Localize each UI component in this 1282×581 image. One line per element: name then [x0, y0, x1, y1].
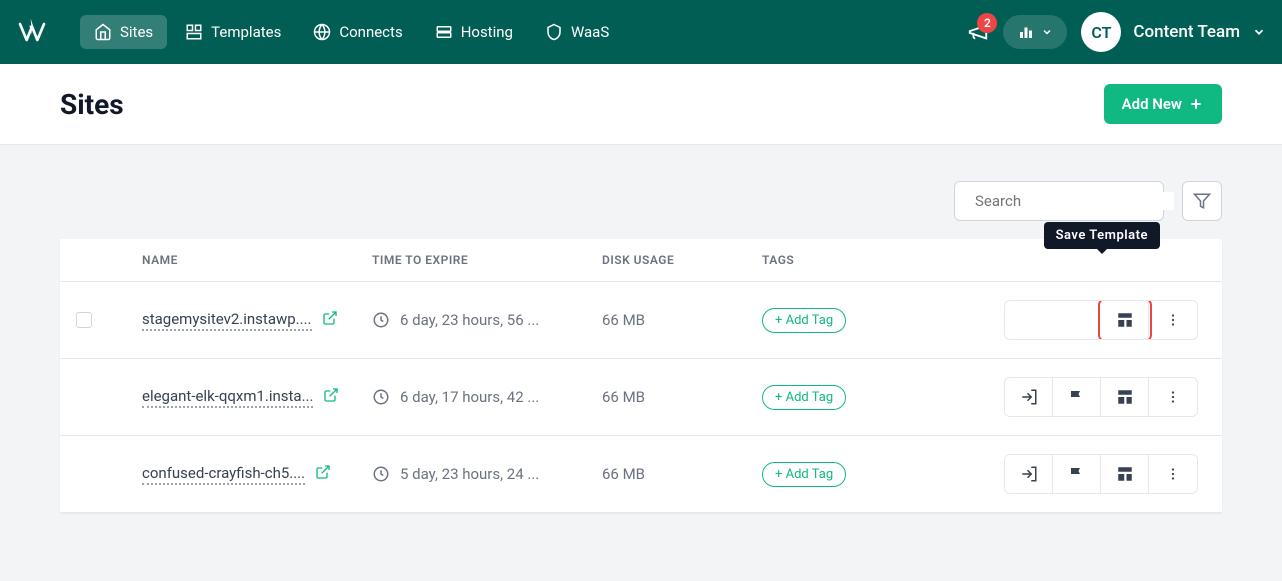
nav-connects-label: Connects — [339, 23, 402, 41]
clock-icon — [372, 311, 390, 329]
nav-sites-label: Sites — [120, 23, 153, 41]
logo — [16, 16, 48, 48]
header-right: 2 CT Content Team — [967, 12, 1266, 52]
content: NAME TIME TO EXPIRE DISK USAGE TAGS Save… — [0, 145, 1282, 549]
notifications-badge: 2 — [977, 13, 997, 33]
clock-icon — [372, 465, 390, 483]
shield-icon — [545, 23, 563, 41]
save-template-button[interactable] — [1101, 455, 1149, 493]
action-group — [1004, 454, 1198, 494]
table-row: elegant-elk-qqxm1.insta... 6 day, 17 hou… — [60, 359, 1222, 436]
home-icon — [94, 23, 112, 41]
search-box[interactable] — [954, 181, 1164, 221]
nav-templates-label: Templates — [211, 23, 281, 41]
page-title: Sites — [60, 88, 124, 121]
disk-text: 66 MB — [602, 311, 762, 329]
nav-sites[interactable]: Sites — [80, 15, 167, 49]
expire-text: 6 day, 23 hours, 56 ... — [400, 311, 539, 329]
table-row: stagemysitev2.instawp.... 6 day, 23 hour… — [60, 282, 1222, 359]
layout-icon — [185, 23, 203, 41]
migrate-button[interactable] — [1005, 455, 1053, 493]
add-new-label: Add New — [1122, 95, 1182, 113]
annotation-arrow — [1004, 303, 1005, 339]
team-switcher[interactable]: CT Content Team — [1081, 12, 1266, 52]
external-link-icon[interactable] — [322, 310, 338, 330]
migrate-button[interactable] — [1005, 378, 1053, 416]
nav-connects[interactable]: Connects — [299, 15, 416, 49]
column-tags: TAGS — [762, 253, 962, 267]
search-row — [60, 181, 1222, 221]
save-template-button[interactable] — [1101, 301, 1149, 339]
plus-icon — [1188, 96, 1204, 112]
globe-icon — [313, 23, 331, 41]
site-name-link[interactable]: confused-crayfish-ch5.... — [142, 464, 305, 485]
site-name-link[interactable]: stagemysitev2.instawp.... — [142, 310, 312, 331]
expire-text: 6 day, 17 hours, 42 ... — [400, 388, 539, 406]
disk-text: 66 MB — [602, 388, 762, 406]
more-actions-button[interactable] — [1149, 455, 1197, 493]
chevron-down-icon — [1252, 25, 1266, 39]
nav-waas-label: WaaS — [571, 23, 609, 41]
disk-text: 66 MB — [602, 465, 762, 483]
sites-table: NAME TIME TO EXPIRE DISK USAGE TAGS Save… — [60, 239, 1222, 513]
page-header: Sites Add New — [0, 64, 1282, 145]
table-head: NAME TIME TO EXPIRE DISK USAGE TAGS Save… — [60, 239, 1222, 282]
save-template-button[interactable] — [1101, 378, 1149, 416]
add-tag-button[interactable]: + Add Tag — [762, 462, 846, 487]
nav-waas[interactable]: WaaS — [531, 15, 623, 49]
topbar: Sites Templates Connects Hosting WaaS 2 — [0, 0, 1282, 64]
external-link-icon[interactable] — [323, 387, 339, 407]
row-checkbox[interactable] — [76, 312, 92, 328]
clock-icon — [372, 388, 390, 406]
server-icon — [435, 23, 453, 41]
bar-chart-icon — [1017, 23, 1035, 41]
table-row: confused-crayfish-ch5.... 5 day, 23 hour… — [60, 436, 1222, 513]
site-name-link[interactable]: elegant-elk-qqxm1.insta... — [142, 387, 313, 408]
flag-button[interactable] — [1053, 455, 1101, 493]
expire-text: 5 day, 23 hours, 24 ... — [400, 465, 539, 483]
team-name: Content Team — [1133, 22, 1240, 42]
action-group — [1004, 377, 1198, 417]
column-expire: TIME TO EXPIRE — [372, 253, 602, 267]
add-new-button[interactable]: Add New — [1104, 84, 1222, 124]
more-actions-button[interactable] — [1149, 301, 1197, 339]
nav-hosting-label: Hosting — [461, 23, 513, 41]
external-link-icon[interactable] — [315, 464, 331, 484]
chevron-down-icon — [1041, 26, 1053, 38]
team-avatar: CT — [1081, 12, 1121, 52]
nav-templates[interactable]: Templates — [171, 15, 295, 49]
filter-button[interactable] — [1182, 181, 1222, 221]
filter-icon — [1193, 192, 1211, 210]
add-tag-button[interactable]: + Add Tag — [762, 385, 846, 410]
search-input[interactable] — [975, 192, 1174, 210]
action-group — [1004, 300, 1198, 340]
nav-hosting[interactable]: Hosting — [421, 15, 527, 49]
add-tag-button[interactable]: + Add Tag — [762, 308, 846, 333]
save-template-tooltip: Save Template — [1044, 222, 1160, 249]
more-actions-button[interactable] — [1149, 378, 1197, 416]
notifications-button[interactable]: 2 — [967, 21, 989, 43]
column-disk: DISK USAGE — [602, 253, 762, 267]
column-name: NAME — [112, 253, 372, 267]
analytics-button[interactable] — [1003, 15, 1067, 49]
main-nav: Sites Templates Connects Hosting WaaS — [80, 15, 623, 49]
flag-button[interactable] — [1053, 378, 1101, 416]
